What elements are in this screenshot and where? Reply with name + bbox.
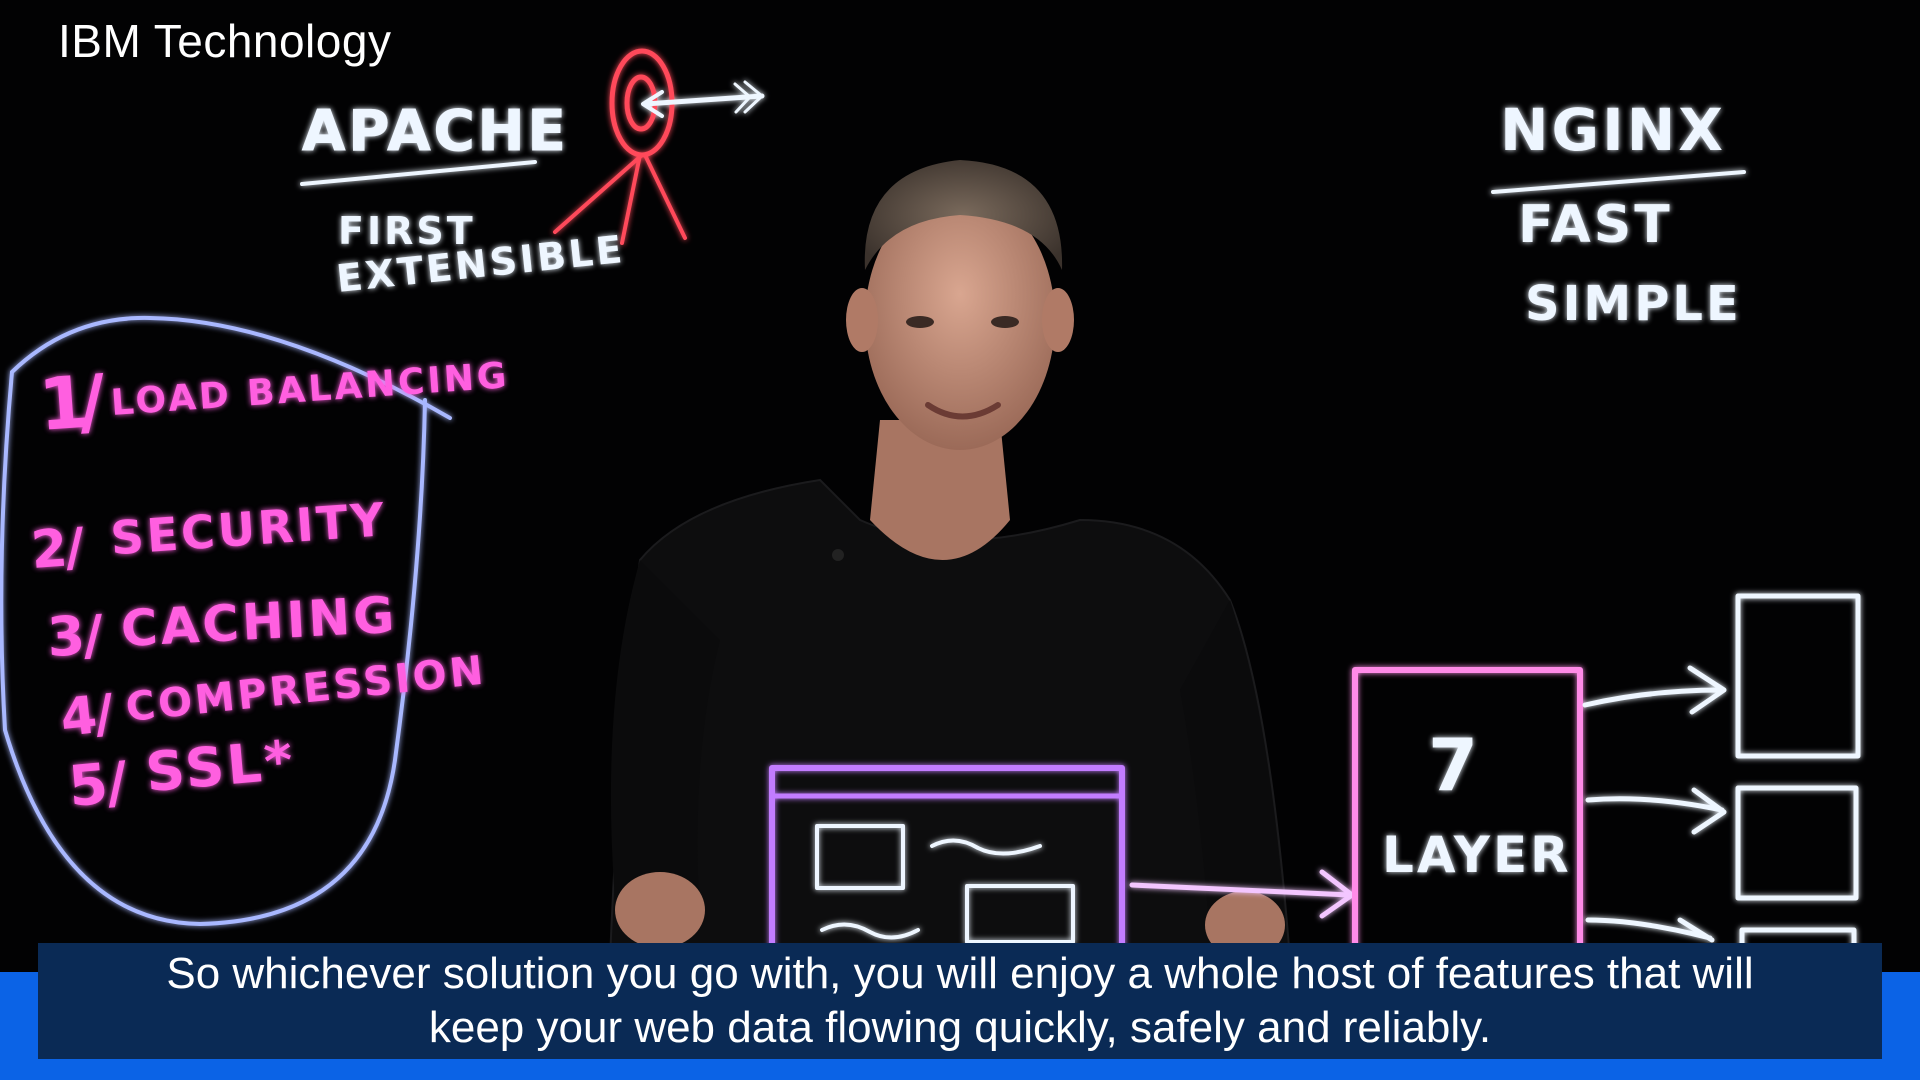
- svg-text:/: /: [104, 750, 133, 817]
- layer7-label: LAYER: [1382, 826, 1572, 884]
- feature-item-2: 2 / SECURITY: [29, 492, 389, 581]
- presenter-left-hand: [615, 872, 705, 948]
- feature-label: COMPRESSION: [124, 647, 489, 731]
- feature-label: CACHING: [119, 586, 398, 658]
- nginx-underline: [1491, 170, 1746, 194]
- feature-item-1: 1 / LOAD BALANCING: [36, 355, 511, 447]
- svg-text:/: /: [82, 603, 108, 667]
- server-box-2: [1735, 785, 1859, 901]
- presenter-left-ear: [846, 288, 878, 352]
- presenter-left-eye: [906, 316, 934, 328]
- presenter-right-eye: [991, 316, 1019, 328]
- feature-label: SSL*: [143, 728, 298, 804]
- lightboard-scene: APACHE FIRST EXTENSIBLE NGINX FAST SIMPL…: [0, 48, 1861, 983]
- feature-list: 1 / LOAD BALANCING 2 / SECURITY 3 / CACH…: [29, 355, 511, 820]
- feature-label: LOAD BALANCING: [110, 355, 511, 424]
- server-boxes: [1735, 593, 1861, 983]
- apache-title: APACHE: [302, 99, 569, 164]
- presenter-right-ear: [1042, 288, 1074, 352]
- nginx-title: NGINX: [1500, 96, 1726, 164]
- svg-text:/: /: [63, 517, 89, 578]
- lapel-mic: [832, 549, 844, 561]
- caption-line-2: keep your web data flowing quickly, safe…: [428, 1003, 1492, 1052]
- subtitle-caption: So whichever solution you go with, you w…: [38, 943, 1882, 1059]
- target-drawing: [553, 48, 687, 245]
- caption-line-1: So whichever solution you go with, you w…: [166, 949, 1754, 998]
- server-box-1: [1735, 593, 1861, 759]
- fanout-arrows: [1582, 665, 1727, 943]
- feature-item-3: 3 / CACHING: [46, 586, 399, 669]
- nginx-trait-fast: FAST: [1518, 195, 1673, 255]
- apache-underline: [300, 160, 537, 186]
- svg-text:/: /: [76, 358, 111, 444]
- feature-label: SECURITY: [109, 492, 389, 565]
- channel-watermark: IBM Technology: [58, 15, 392, 67]
- arrow-into-target: [641, 80, 765, 118]
- video-frame: APACHE FIRST EXTENSIBLE NGINX FAST SIMPL…: [0, 0, 1920, 1080]
- layer7-number: 7: [1428, 723, 1481, 807]
- layer7-box: [1352, 667, 1583, 963]
- nginx-trait-simple: SIMPLE: [1525, 276, 1742, 332]
